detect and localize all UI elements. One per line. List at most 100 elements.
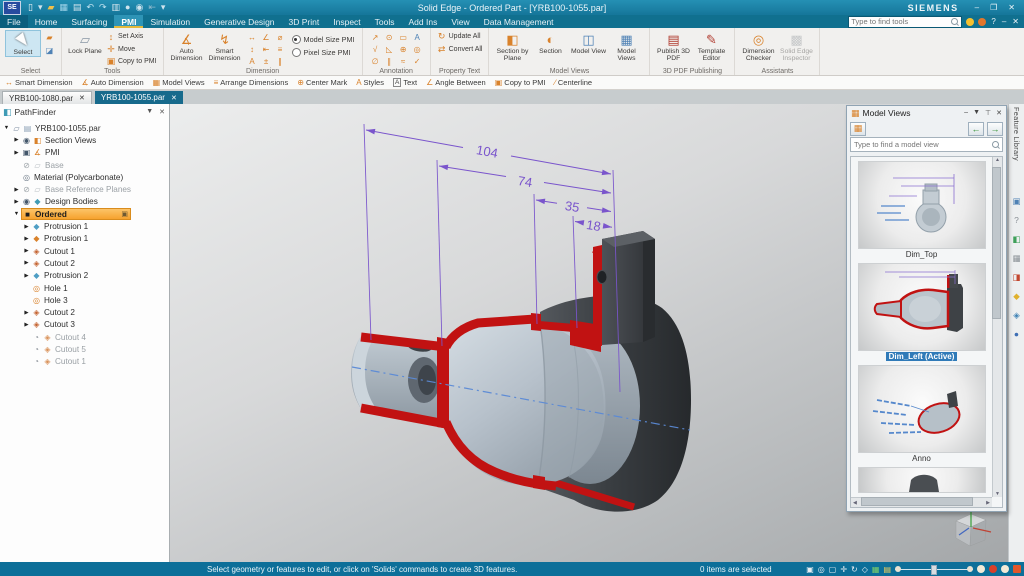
feedback-sad-icon[interactable] [978, 17, 987, 26]
dimension-axis-icon[interactable]: ∥ [274, 56, 287, 67]
help-bubble-button[interactable] [977, 565, 985, 573]
view-styles-icon[interactable]: ▦ [872, 565, 880, 574]
tree-item-design-bodies[interactable]: ▶ ◉ ◆ Design Bodies [0, 196, 169, 208]
expand-arrow-icon[interactable]: ▶ [22, 322, 31, 328]
edge-condition-icon[interactable]: ◺ [383, 44, 396, 55]
slider-knob-left[interactable] [895, 566, 901, 572]
template-editor-button[interactable]: ✎ Template Editor [693, 30, 729, 63]
thumbnail-label[interactable]: Anno [912, 454, 931, 463]
camera-icon[interactable]: ◉ [135, 3, 143, 12]
sectioned-part-model[interactable] [351, 231, 691, 512]
stop-button[interactable] [1013, 565, 1021, 573]
angle-between-button[interactable]: ∠ Angle Between [426, 78, 486, 87]
feature-library-tab[interactable]: Feature Library [1012, 107, 1021, 161]
symmetric-dimension-icon[interactable]: ↕ [246, 44, 259, 55]
minimize-panel-icon[interactable]: – [964, 109, 968, 117]
new-document-icon[interactable]: ▯ [28, 3, 33, 12]
goal-seek-icon[interactable]: ◈ [1013, 310, 1020, 320]
ribbon-tab-view[interactable]: View [444, 15, 476, 28]
ribbon-tab-simulation[interactable]: Simulation [143, 15, 197, 28]
help-panel-icon[interactable]: ? [1014, 215, 1019, 225]
ribbon-tab-generative-design[interactable]: Generative Design [197, 15, 281, 28]
pan-icon[interactable]: ✛ [840, 565, 847, 574]
scroll-right-icon[interactable]: ▶ [986, 500, 990, 506]
collapse-arrow-icon[interactable]: ▼ [2, 125, 11, 131]
feedback-happy-icon[interactable] [966, 17, 975, 26]
parts-library-icon[interactable]: ▣ [1012, 196, 1020, 206]
tree-item-cutout-3[interactable]: ▶ ◈ Cutout 3 [0, 319, 169, 331]
expand-arrow-icon[interactable]: ▶ [22, 260, 31, 266]
tree-item-cutout-1[interactable]: ◔ ◈ Cutout 1 [0, 356, 169, 368]
center-mark-button[interactable]: ⊕ Center Mark [297, 78, 347, 87]
view-orientation-cube[interactable] [955, 509, 992, 547]
dimension-style-icon[interactable]: A [246, 56, 259, 67]
tree-item-material-polycarbonate[interactable]: ◎ Material (Polycarbonate) [0, 171, 169, 183]
expand-arrow-icon[interactable]: ▶ [12, 199, 21, 205]
callout-icon[interactable]: ▭ [397, 32, 410, 43]
expand-arrow-icon[interactable]: ▶ [22, 236, 31, 242]
radio-pixel-size-pmi[interactable]: Pixel Size PMI [291, 48, 355, 57]
model-views-button[interactable]: ▦ Model Views [608, 30, 644, 63]
balloon-icon[interactable]: ⊙ [383, 32, 396, 43]
coordinate-dimension-icon[interactable]: ⇤ [260, 44, 273, 55]
ribbon-tab-data-management[interactable]: Data Management [477, 15, 561, 28]
app-logo[interactable]: SE [3, 0, 21, 15]
rotate-view-icon[interactable]: ↻ [851, 565, 858, 574]
suppressed-icon[interactable]: ◔ [31, 357, 42, 366]
previous-view-button[interactable]: ← [968, 121, 984, 136]
record-icon[interactable]: ● [125, 3, 130, 12]
layers-icon[interactable]: ◧ [1012, 234, 1020, 244]
pin-icon[interactable]: ⊤ [985, 109, 991, 117]
convert-all-button[interactable]: ⇄ Convert All [437, 44, 483, 56]
solid-edge-inspector-button[interactable]: ▩ Solid Edge Inspector [778, 30, 814, 63]
tree-item-base-reference-planes[interactable]: ▶ ⊘ ▱ Base Reference Planes [0, 183, 169, 195]
visible-icon[interactable]: ◉ [21, 197, 32, 206]
expand-arrow-icon[interactable]: ▶ [22, 224, 31, 230]
ribbon-tab-surfacing[interactable]: Surfacing [64, 15, 114, 28]
close-tab-icon[interactable]: ✕ [171, 94, 177, 102]
tree-item-cutout-1[interactable]: ▶ ◈ Cutout 1 [0, 245, 169, 257]
suppressed-icon[interactable]: ◔ [31, 333, 42, 342]
tree-item-protrusion-2[interactable]: ▶ ◆ Protrusion 2 [0, 270, 169, 282]
next-view-button[interactable]: → [987, 121, 1003, 136]
zoom-area-icon[interactable]: ◎ [818, 565, 825, 574]
document-tab-yrb100-1055-par[interactable]: YRB100-1055.par ✕ [94, 91, 183, 104]
scroll-left-icon[interactable]: ◀ [853, 500, 857, 506]
scroll-down-icon[interactable]: ▼ [995, 491, 1000, 497]
tree-item-protrusion-1[interactable]: ▶ ◆ Protrusion 1 [0, 220, 169, 232]
screenshot-button[interactable] [1001, 565, 1009, 573]
datum-target-icon[interactable]: ∅ [369, 56, 382, 67]
center-mark-icon[interactable]: ≈ [397, 56, 410, 67]
more-commands-icon[interactable]: ▾ [161, 3, 166, 12]
dimension-prefix-icon[interactable]: ± [260, 56, 273, 67]
sheet-setup-icon[interactable]: ▥ [112, 3, 121, 12]
arrange-dimensions-icon[interactable]: ≡ [274, 44, 287, 55]
text-annotation-icon[interactable]: A [411, 32, 424, 43]
horizontal-scroll-thumb[interactable] [861, 497, 973, 506]
tree-item-hole-3[interactable]: ◎ Hole 3 [0, 294, 169, 306]
find-tools-input[interactable] [849, 17, 952, 26]
auto-dimension-button[interactable]: ∡ Auto Dimension [169, 30, 205, 63]
color-manager-icon[interactable]: ◨ [1012, 272, 1020, 282]
set-axis-button[interactable]: ↕ Set Axis [106, 31, 157, 43]
dimension-35[interactable]: 35 [564, 198, 581, 215]
select-lasso-icon[interactable]: ▰ [43, 32, 56, 43]
open-icon[interactable]: ▰ [47, 3, 54, 12]
ribbon-tab-inspect[interactable]: Inspect [326, 15, 367, 28]
sensors-icon[interactable]: ▦ [1012, 253, 1020, 263]
vertical-scroll-thumb[interactable] [992, 167, 1001, 319]
section-by-plane-button[interactable]: ◧ Section by Plane [494, 30, 530, 63]
section-button[interactable]: ◐ Section [532, 30, 568, 55]
close-icon[interactable]: ✕ [159, 108, 165, 116]
dimension-checker-button[interactable]: ◎ Dimension Checker [740, 30, 776, 63]
feature-control-frame-icon[interactable]: ⊕ [397, 44, 410, 55]
radio-model-size-pmi[interactable]: Model Size PMI [291, 35, 355, 44]
diameter-dimension-icon[interactable]: ⌀ [274, 32, 287, 43]
model-views-button[interactable]: ▦ Model Views [153, 78, 205, 87]
undo-icon[interactable]: ↶ [86, 3, 94, 12]
help-icon[interactable]: ? [990, 17, 996, 26]
update-all-button[interactable]: ↻ Update All [437, 31, 483, 43]
auto-dimension-button[interactable]: ∡ Auto Dimension [82, 78, 144, 87]
smart-dimension-button[interactable]: ↔ Smart Dimension [5, 78, 73, 87]
expand-arrow-icon[interactable]: ▶ [22, 310, 31, 316]
